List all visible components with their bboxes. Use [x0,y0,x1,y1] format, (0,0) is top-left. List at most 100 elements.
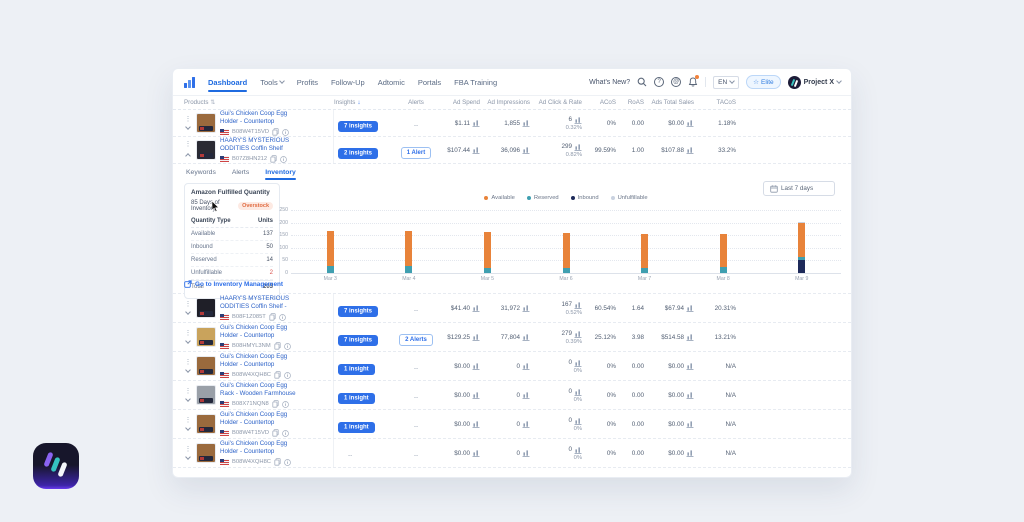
column-header-roas[interactable]: RoAS [622,99,650,106]
nav-item-portals[interactable]: Portals [418,70,441,95]
language-select[interactable]: EN [713,76,739,89]
product-thumbnail[interactable] [196,414,216,434]
product-thumbnail[interactable] [196,140,216,160]
info-icon[interactable] [282,430,289,437]
product-thumbnail[interactable] [196,113,216,133]
bar-available-mar-6[interactable] [563,233,570,268]
column-header-tacos[interactable]: TACoS [700,99,742,106]
app-logo-icon[interactable] [183,76,196,89]
expand-chevron-icon[interactable] [185,425,191,431]
insights-button[interactable]: 7 insights [338,306,378,317]
mini-chart-icon[interactable] [686,304,694,312]
nav-item-dashboard[interactable]: Dashboard [208,70,247,95]
info-icon[interactable] [280,156,287,163]
expand-chevron-icon[interactable] [185,338,191,344]
column-header-ads-total-sales[interactable]: Ads Total Sales [650,99,700,106]
drag-handle-icon[interactable]: ⋮ [185,142,192,147]
mini-chart-icon[interactable] [574,388,582,396]
info-icon[interactable] [282,129,289,136]
product-title-link[interactable]: HAARY'S MYSTERIOUS ODDITIES Coffin Shelf… [220,295,302,311]
info-icon[interactable] [284,372,291,379]
whats-new-link[interactable]: What's New? [589,79,630,86]
nav-item-tools[interactable]: Tools [260,70,284,95]
insights-button[interactable]: 1 insight [338,393,375,404]
bar-available-mar-8[interactable] [720,234,727,267]
drag-handle-icon[interactable]: ⋮ [185,331,192,336]
product-thumbnail[interactable] [196,327,216,347]
date-range-select[interactable]: Last 7 days [763,181,835,196]
info-icon[interactable] [284,459,291,466]
column-header-products[interactable]: Products ⇅ [184,99,334,106]
column-header-acos[interactable]: ACoS [588,99,622,106]
copy-icon[interactable] [272,128,279,136]
sort-desc-icon[interactable]: ↓ [357,99,360,106]
mini-chart-icon[interactable] [522,420,530,428]
info-icon[interactable] [282,401,289,408]
nav-item-fba-training[interactable]: FBA Training [454,70,497,95]
insights-button[interactable]: 2 insights [338,148,378,159]
account-menu[interactable]: Project X [788,76,841,89]
mini-chart-icon[interactable] [522,362,530,370]
copy-icon[interactable] [272,400,279,408]
mini-chart-icon[interactable] [574,116,582,124]
insights-button[interactable]: 1 insight [338,422,375,433]
info-icon[interactable] [284,343,291,350]
bar-reserved-mar-7[interactable] [641,268,648,273]
bar-inbound-mar-9[interactable] [798,260,805,273]
product-title-link[interactable]: Gui's Chicken Coop Egg Rack - Wooden Far… [220,382,302,398]
mini-chart-icon[interactable] [574,359,582,367]
column-header-ad-click-rate[interactable]: Ad Click & Rate [536,99,588,106]
mini-chart-icon[interactable] [574,330,582,338]
info-icon[interactable] [279,314,286,321]
drag-handle-icon[interactable]: ⋮ [185,302,192,307]
mini-chart-icon[interactable] [472,362,480,370]
copy-icon[interactable] [274,342,281,350]
copy-icon[interactable] [272,429,279,437]
column-header-ad-spend[interactable]: Ad Spend [440,99,486,106]
drag-handle-icon[interactable]: ⋮ [185,418,192,423]
mini-chart-icon[interactable] [522,391,530,399]
drag-handle-icon[interactable]: ⋮ [185,389,192,394]
expand-chevron-icon[interactable] [185,396,191,402]
mini-chart-icon[interactable] [472,391,480,399]
copy-icon[interactable] [274,371,281,379]
mini-chart-icon[interactable] [574,446,582,454]
mini-chart-icon[interactable] [472,420,480,428]
support-icon[interactable]: @ [671,77,681,87]
copy-icon[interactable] [274,458,281,466]
tab-alerts[interactable]: Alerts [232,165,249,180]
expand-chevron-icon[interactable] [185,153,191,159]
product-thumbnail[interactable] [196,385,216,405]
product-title-link[interactable]: Gui's Chicken Coop Egg Holder - Countert… [220,440,302,456]
product-title-link[interactable]: Gui's Chicken Coop Egg Holder - Countert… [220,324,302,340]
mini-chart-icon[interactable] [472,146,480,154]
mini-chart-icon[interactable] [522,119,530,127]
plan-badge[interactable]: ☆Elite [746,75,780,89]
product-title-link[interactable]: Gui's Chicken Coop Egg Holder - Countert… [220,110,302,126]
sort-icon[interactable]: ⇅ [210,99,215,106]
bar-reserved-mar-5[interactable] [484,268,491,273]
mini-chart-icon[interactable] [522,146,530,154]
column-header-alerts[interactable]: Alerts [392,99,440,106]
mini-chart-icon[interactable] [574,417,582,425]
bar-reserved-mar-4[interactable] [405,266,412,273]
mini-chart-icon[interactable] [472,333,480,341]
bar-reserved-mar-6[interactable] [563,268,570,273]
mini-chart-icon[interactable] [686,119,694,127]
mini-chart-icon[interactable] [686,449,694,457]
bar-reserved-mar-3[interactable] [327,266,334,273]
legend-item-available[interactable]: Available [484,195,514,201]
bar-reserved-mar-9[interactable] [798,257,805,261]
column-header-insights[interactable]: Insights ↓ [334,99,392,106]
expand-chevron-icon[interactable] [185,367,191,373]
mini-chart-icon[interactable] [686,333,694,341]
nav-item-profits[interactable]: Profits [297,70,318,95]
drag-handle-icon[interactable]: ⋮ [185,117,192,122]
help-icon[interactable]: ? [654,77,664,87]
legend-item-reserved[interactable]: Reserved [527,195,559,201]
mini-chart-icon[interactable] [472,304,480,312]
expand-chevron-icon[interactable] [185,309,191,315]
drag-handle-icon[interactable]: ⋮ [185,360,192,365]
bar-available-mar-9[interactable] [798,222,805,257]
mini-chart-icon[interactable] [522,449,530,457]
